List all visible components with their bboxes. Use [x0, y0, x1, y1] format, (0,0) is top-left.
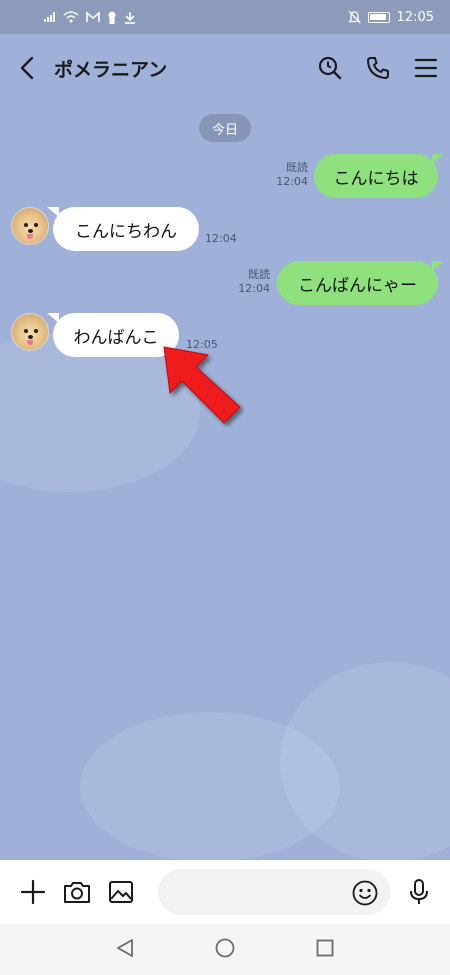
nav-back-button[interactable]: [116, 938, 134, 962]
message-text: こんにちわん: [75, 221, 177, 242]
voice-button[interactable]: [397, 860, 441, 924]
back-button[interactable]: [0, 34, 54, 102]
keyhole-icon: [108, 11, 116, 24]
date-divider: 今日: [199, 114, 251, 142]
read-receipt: 既読: [248, 268, 270, 281]
camera-button[interactable]: [55, 860, 99, 924]
message-time: 12:04: [276, 175, 308, 188]
status-icons-left: [44, 11, 136, 24]
menu-icon: [414, 58, 438, 78]
avatar[interactable]: [11, 313, 49, 351]
message-meta: 既読 12:04: [224, 268, 270, 296]
search-icon: [318, 56, 342, 80]
menu-button[interactable]: [402, 34, 450, 102]
message-bubble-outgoing[interactable]: こんばんにゃー: [277, 261, 444, 305]
nav-home-button[interactable]: [215, 938, 235, 962]
message-text: こんにちは: [333, 168, 419, 189]
search-button[interactable]: [306, 34, 354, 102]
back-icon: [20, 56, 34, 80]
chat-title: ポメラニアン: [54, 58, 168, 81]
phone-icon: [367, 57, 389, 79]
message-time: 12:04: [205, 232, 237, 245]
message-list[interactable]: 今日 既読 12:04 こんにちは こんにちわん 12:04 既読 12:04 …: [0, 102, 450, 860]
add-button[interactable]: [11, 860, 55, 924]
plus-icon: [20, 879, 46, 905]
image-icon: [109, 881, 133, 903]
message-text: こんばんにゃー: [298, 275, 417, 296]
read-receipt: 既読: [286, 161, 308, 174]
nav-home-icon: [215, 938, 235, 957]
status-time: 12:05: [396, 9, 434, 25]
nav-back-icon: [116, 938, 133, 957]
emoji-icon: [352, 880, 378, 906]
wifi-icon: [63, 11, 79, 23]
status-icons-right: 12:05: [347, 9, 434, 25]
nav-recent-icon: [316, 939, 334, 956]
status-bar: 12:05: [0, 0, 450, 34]
mail-icon: [86, 11, 100, 22]
battery-icon: [367, 11, 390, 23]
mic-icon: [410, 879, 428, 904]
message-text: わんばんこ: [73, 327, 159, 348]
message-bubble-outgoing[interactable]: こんにちは: [314, 154, 444, 198]
message-bubble-incoming[interactable]: わんばんこ: [47, 313, 179, 357]
emoji-button[interactable]: [351, 879, 379, 907]
message-meta: 既読 12:04: [262, 161, 308, 189]
download-icon: [125, 11, 135, 24]
call-button[interactable]: [354, 34, 402, 102]
signal-icon: [44, 12, 56, 22]
annotation-arrow-icon: [163, 346, 241, 424]
camera-icon: [64, 882, 90, 903]
message-bubble-incoming[interactable]: こんにちわん: [47, 207, 199, 251]
avatar[interactable]: [11, 207, 49, 245]
chat-header: ポメラニアン: [0, 34, 450, 102]
image-button[interactable]: [99, 860, 143, 924]
system-nav-bar: [0, 924, 450, 975]
mute-bell-icon: [347, 10, 361, 24]
nav-recent-button[interactable]: [316, 939, 334, 961]
message-time: 12:04: [238, 282, 270, 295]
